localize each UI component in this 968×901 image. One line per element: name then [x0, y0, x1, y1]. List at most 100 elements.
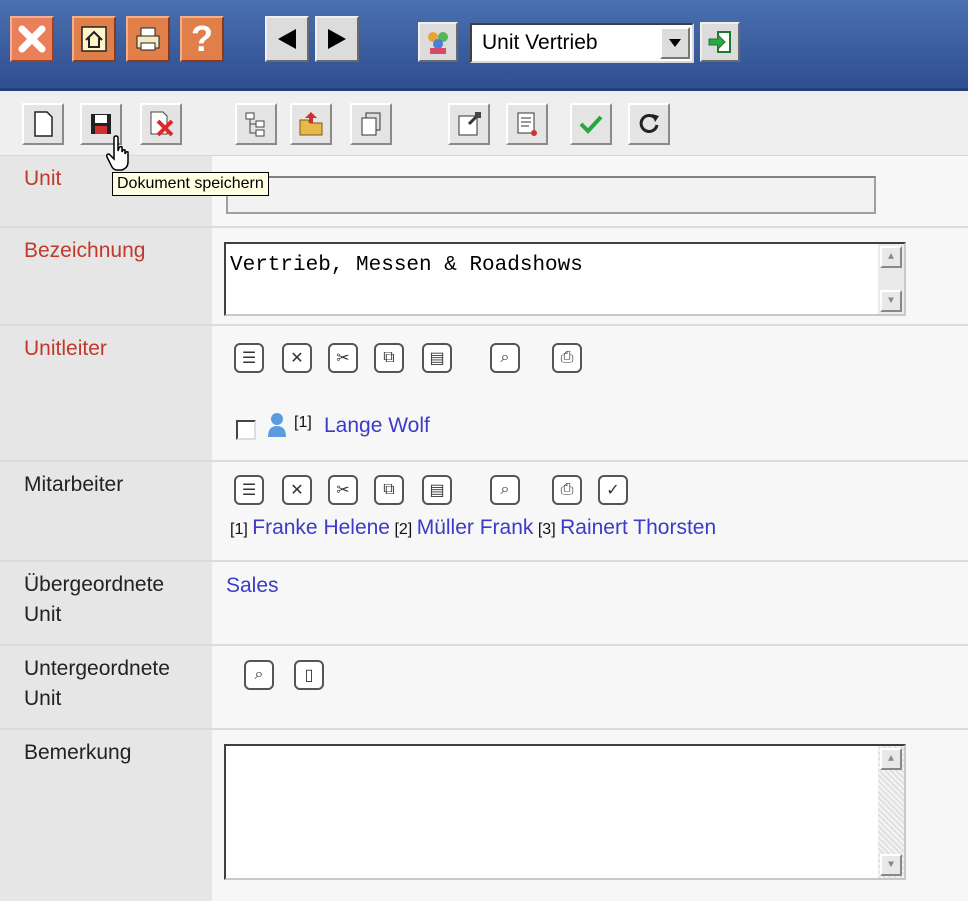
select-list-icon[interactable]: ☰ [234, 343, 264, 373]
approve-button[interactable] [570, 103, 612, 145]
copy-icon [361, 112, 381, 136]
bezeichnung-scrollbar[interactable]: ▲ ▼ [878, 244, 904, 314]
tree-button[interactable] [235, 103, 277, 145]
mitarbeiter-index: [3] [537, 521, 556, 538]
row-unitleiter: Unitleiter ☰ ✕ ✂ ⧉ ▤ ⌕ ⎙ [1] Lange Wolf [0, 326, 968, 462]
paste-icon[interactable]: ▤ [422, 343, 452, 373]
mitarbeiter-link[interactable]: Müller Frank [417, 516, 534, 539]
untergeordnete-label: Untergeordnete Unit [0, 646, 212, 728]
uebergeordnete-value-cell: Sales [212, 562, 968, 644]
enter-button[interactable] [700, 22, 740, 62]
bezeichnung-text: Vertrieb, Messen & Roadshows [230, 254, 583, 277]
forward-button[interactable] [315, 16, 359, 62]
check-icon[interactable]: ✓ [598, 475, 628, 505]
new-document-icon[interactable]: ▯ [294, 660, 324, 690]
row-bemerkung: Bemerkung ▲ ▼ [0, 730, 968, 901]
uebergeordnete-link[interactable]: Sales [226, 574, 279, 598]
properties-button[interactable] [448, 103, 490, 145]
uebergeordnete-label: Übergeordnete Unit [0, 562, 212, 644]
check-icon [579, 115, 603, 134]
bezeichnung-label: Bezeichnung [0, 228, 212, 324]
close-icon [18, 25, 46, 53]
help-button[interactable]: ? [180, 16, 224, 62]
copy-icon[interactable]: ⧉ [374, 475, 404, 505]
row-bezeichnung: Bezeichnung Vertrieb, Messen & Roadshows… [0, 228, 968, 326]
import-button[interactable] [290, 103, 332, 145]
uebergeordnete-label-line2: Unit [24, 603, 62, 626]
document-toolbar [0, 91, 968, 156]
untergeordnete-value-cell: ⌕ ▯ [212, 646, 968, 728]
cut-icon[interactable]: ✂ [328, 343, 358, 373]
search-icon[interactable]: ⌕ [490, 475, 520, 505]
properties-icon [458, 112, 481, 136]
delete-document-button[interactable] [140, 103, 182, 145]
bezeichnung-value-cell: Vertrieb, Messen & Roadshows ▲ ▼ [212, 228, 968, 324]
bezeichnung-textarea[interactable]: Vertrieb, Messen & Roadshows ▲ ▼ [224, 242, 906, 316]
list-icon [517, 112, 537, 136]
mitarbeiter-list: [1] Franke Helene [2] Müller Frank [3] R… [230, 516, 716, 540]
unit-select[interactable]: Unit Vertrieb [470, 23, 694, 63]
unitleiter-person-link[interactable]: Lange Wolf [324, 414, 430, 438]
mitarbeiter-link[interactable]: Rainert Thorsten [560, 516, 716, 539]
search-icon[interactable]: ⌕ [490, 343, 520, 373]
new-document-icon [34, 111, 53, 137]
tree-icon [245, 112, 265, 137]
unitleiter-checkbox[interactable] [236, 420, 256, 440]
untergeordnete-label-line1: Untergeordnete [24, 657, 170, 680]
unitleiter-label: Unitleiter [0, 326, 212, 460]
scroll-up-icon[interactable]: ▲ [880, 246, 902, 268]
users-button[interactable] [418, 22, 458, 62]
search-icon[interactable]: ⌕ [244, 660, 274, 690]
person-icon [268, 413, 286, 437]
bemerkung-scrollbar[interactable]: ▲ ▼ [878, 746, 904, 878]
users-icon [428, 32, 448, 54]
home-icon [81, 26, 107, 52]
mitarbeiter-label: Mitarbeiter [0, 462, 212, 560]
back-arrow-icon [278, 29, 296, 49]
print-icon[interactable]: ⎙ [552, 475, 582, 505]
print-button[interactable] [126, 16, 170, 62]
print-icon[interactable]: ⎙ [552, 343, 582, 373]
mitarbeiter-link[interactable]: Franke Helene [252, 516, 390, 539]
select-list-icon[interactable]: ☰ [234, 475, 264, 505]
mitarbeiter-index: [1] [230, 521, 248, 538]
remove-icon[interactable]: ✕ [282, 475, 312, 505]
home-button[interactable] [72, 16, 116, 62]
unitleiter-index: [1] [294, 414, 312, 431]
close-button[interactable] [10, 16, 54, 62]
new-document-button[interactable] [22, 103, 64, 145]
back-button[interactable] [265, 16, 309, 62]
copy-icon[interactable]: ⧉ [374, 343, 404, 373]
folder-import-icon [299, 112, 323, 136]
bemerkung-value-cell: ▲ ▼ [212, 730, 968, 901]
row-untergeordnete-unit: Untergeordnete Unit ⌕ ▯ [0, 646, 968, 730]
mitarbeiter-value-cell: ☰ ✕ ✂ ⧉ ▤ ⌕ ⎙ ✓ [1] Franke Helene [2] Mü… [212, 462, 968, 560]
scroll-down-icon[interactable]: ▼ [880, 854, 902, 876]
scroll-up-icon[interactable]: ▲ [880, 748, 902, 770]
delete-icon [150, 111, 174, 137]
unit-field[interactable] [226, 176, 876, 214]
list-button[interactable] [506, 103, 548, 145]
header-bar: ? Unit Vertrieb [0, 0, 968, 91]
unitleiter-value-cell: ☰ ✕ ✂ ⧉ ▤ ⌕ ⎙ [1] Lange Wolf [212, 326, 968, 460]
scroll-down-icon[interactable]: ▼ [880, 290, 902, 312]
chevron-down-icon[interactable] [660, 27, 690, 59]
bemerkung-label: Bemerkung [0, 730, 212, 901]
uebergeordnete-label-line1: Übergeordnete [24, 573, 165, 596]
enter-icon [708, 31, 731, 53]
copy-button[interactable] [350, 103, 392, 145]
mitarbeiter-index: [2] [394, 521, 413, 538]
print-icon [136, 27, 160, 51]
row-uebergeordnete-unit: Übergeordnete Unit Sales [0, 562, 968, 646]
help-icon: ? [191, 18, 213, 59]
paste-icon[interactable]: ▤ [422, 475, 452, 505]
forward-arrow-icon [328, 29, 346, 49]
untergeordnete-label-line2: Unit [24, 687, 62, 710]
bemerkung-textarea[interactable]: ▲ ▼ [224, 744, 906, 880]
remove-icon[interactable]: ✕ [282, 343, 312, 373]
unit-select-value: Unit Vertrieb [482, 31, 598, 54]
refresh-button[interactable] [628, 103, 670, 145]
row-mitarbeiter: Mitarbeiter ☰ ✕ ✂ ⧉ ▤ ⌕ ⎙ ✓ [1] Franke H… [0, 462, 968, 562]
refresh-icon [639, 113, 659, 133]
cut-icon[interactable]: ✂ [328, 475, 358, 505]
